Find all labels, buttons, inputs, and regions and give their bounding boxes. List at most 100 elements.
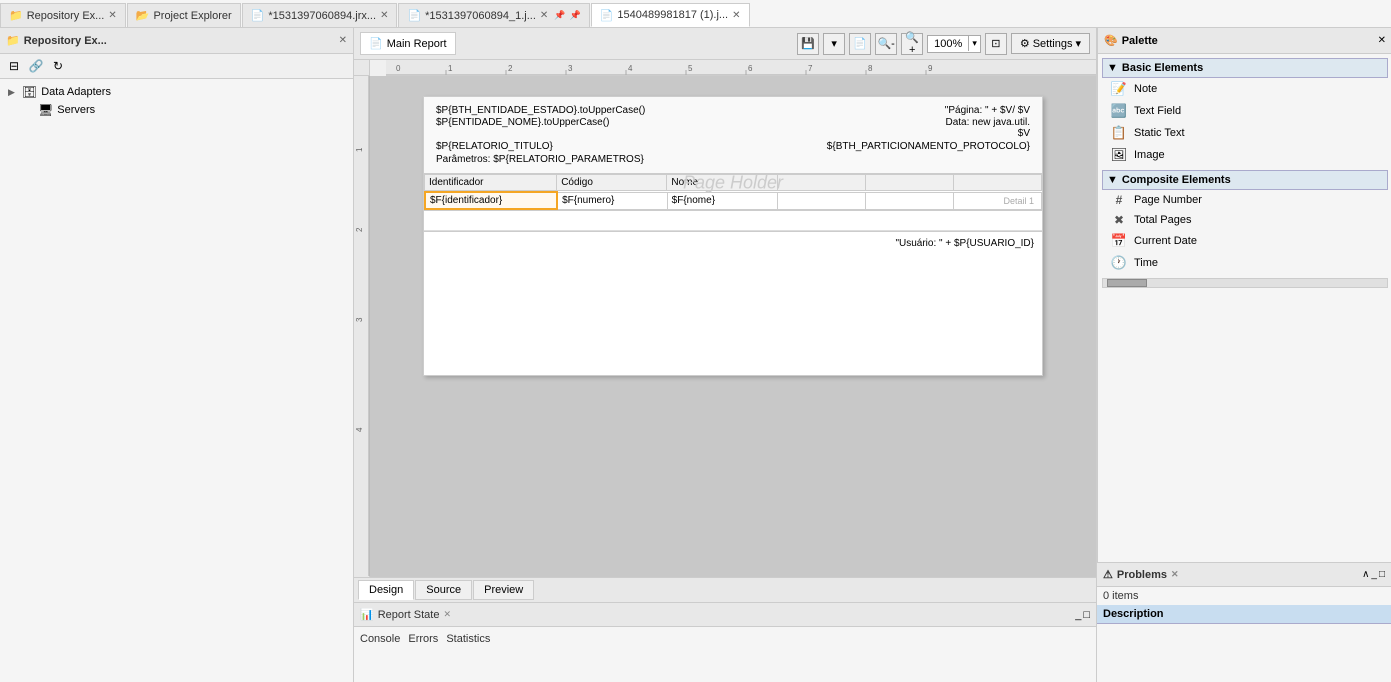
problems-expand-icon: ∧ [1362,569,1369,580]
tab-jrx2-close[interactable]: ✕ [540,10,548,21]
tab-repo-ex[interactable]: 📁 Repository Ex... ✕ [0,3,126,27]
palette-scrollbar-thumb[interactable] [1107,279,1147,287]
toolbar-btn-refresh[interactable]: ↻ [48,56,68,76]
main-report-tab[interactable]: 📄 Main Report [360,32,456,55]
tab-repo-ex-close[interactable]: ✕ [108,10,116,21]
report-state-title-row: 📊 Report State ✕ [360,608,451,621]
zoom-out-btn[interactable]: 🔍- [875,33,897,55]
project-explorer-icon: 📂 [136,9,150,22]
tab-statistics[interactable]: Statistics [446,631,490,647]
header-particionamento: ${BTH_PARTICIONAMENTO_PROTOCOLO} [827,141,1030,152]
tab-project-explorer-label: Project Explorer [153,10,231,22]
ruler-content: 0 1 2 3 4 5 6 7 [386,60,1096,75]
tab-design[interactable]: Design [358,580,414,600]
tab-jrx1-close[interactable]: ✕ [380,10,388,21]
detail-cell-4 [777,192,865,209]
tree-node-data-adapters[interactable]: ▶ 🗄 Data Adapters [4,83,349,101]
palette-icon: 🎨 [1104,34,1118,47]
servers-label: Servers [57,104,95,116]
composite-elements-header[interactable]: ▼ Composite Elements [1102,170,1388,190]
dropdown-btn[interactable]: ▾ [823,33,845,55]
page-btn[interactable]: 📄 [849,33,871,55]
report-state-tabs: Console Errors Statistics [354,627,1096,651]
left-panel-header: 📁 Repository Ex... ✕ [0,28,353,54]
left-panel-title: 📁 Repository Ex... [6,34,107,47]
problems-title-row: ⚠ Problems ✕ [1103,568,1179,581]
problems-icon: ⚠ [1103,568,1113,581]
left-panel-close[interactable]: ✕ [339,35,347,46]
zoom-dropdown-btn[interactable]: ▾ [968,36,980,51]
palette-item-time[interactable]: 🕐 Time [1102,252,1388,274]
svg-text:7: 7 [808,64,813,73]
tree-node-servers[interactable]: 🖥 Servers [4,101,349,119]
toolbar-btn-collapse[interactable]: ⊟ [4,56,24,76]
tab-jrx3[interactable]: 📄 1540489981817 (1).j... ✕ [591,3,750,27]
detail-cell-nome: $F{nome} [667,192,777,209]
settings-btn[interactable]: ⚙ Settings ▾ [1011,33,1090,54]
repo-icon: 📁 [6,34,20,47]
tab-jrx3-close[interactable]: ✕ [732,10,740,21]
center-toolbar-right: 💾 ▾ 📄 🔍- 🔍+ 100% ▾ ⊡ ⚙ Settings ▾ [797,33,1090,55]
jrx2-icon: 📄 [407,9,421,22]
note-label: Note [1134,83,1157,95]
tab-jrx1[interactable]: 📄 *1531397060894.jrx... ✕ [242,3,398,27]
palette-item-text-field[interactable]: 🔤 Text Field [1102,100,1388,122]
toolbar-btn-link[interactable]: 🔗 [26,56,46,76]
tab-source[interactable]: Source [415,580,472,600]
tab-project-explorer[interactable]: 📂 Project Explorer [127,3,241,27]
static-text-icon: 📋 [1110,125,1128,141]
tab-jrx1-label: *1531397060894.jrx... [268,10,376,22]
report-state-panel: 📊 Report State ✕ _ □ Console Errors Stat… [354,602,1096,682]
palette-content: ▼ Basic Elements 📝 Note 🔤 Text Field 📋 S… [1098,54,1391,562]
svg-text:3: 3 [355,317,364,322]
palette-close[interactable]: ✕ [1378,35,1386,46]
problems-maximize[interactable]: □ [1379,569,1385,580]
palette-item-page-number[interactable]: # Page Number [1102,190,1388,210]
text-field-label: Text Field [1134,105,1181,117]
zoom-in-btn[interactable]: 🔍+ [901,33,923,55]
tab-jrx2[interactable]: 📄 *1531397060894_1.j... ✕ 📌 📌 [398,3,589,27]
svg-text:2: 2 [355,227,364,232]
palette-header: 🎨 Palette ✕ [1098,28,1391,54]
palette-panel: 🎨 Palette ✕ ▼ Basic Elements 📝 Note [1097,28,1391,562]
minimize-report-state[interactable]: _ [1075,609,1081,621]
header-page-expr: "Página: " + $V/ $V [945,105,1030,116]
palette-title-row: 🎨 Palette [1104,34,1158,47]
palette-item-static-text[interactable]: 📋 Static Text [1102,122,1388,144]
zoom-value: 100% [928,36,968,52]
basic-elements-header[interactable]: ▼ Basic Elements [1102,58,1388,78]
palette-item-current-date[interactable]: 📅 Current Date [1102,230,1388,252]
report-state-title: Report State [378,609,440,621]
report-state-tab-id: ✕ [443,609,451,620]
settings-label: Settings [1033,38,1073,50]
palette-scrollbar[interactable] [1102,278,1388,288]
problems-minimize[interactable]: _ [1371,569,1377,580]
palette-item-total-pages[interactable]: ✖ Total Pages [1102,210,1388,230]
palette-section-basic: ▼ Basic Elements 📝 Note 🔤 Text Field 📋 S… [1102,58,1388,166]
fit-btn[interactable]: ⊡ [985,33,1007,55]
palette-item-image[interactable]: 🖼 Image [1102,144,1388,166]
empty-row-1 [424,211,1042,231]
svg-text:0: 0 [396,64,401,73]
maximize-report-state[interactable]: □ [1083,609,1090,621]
settings-arrow: ▾ [1075,37,1081,50]
canvas-area: 1 2 3 4 $P{BTH_ENTIDADE_ESTADO}.toUpperC… [354,76,1096,577]
top-ruler: 0 1 2 3 4 5 6 7 [386,60,1096,76]
col-header-empty2 [865,175,953,191]
palette-title: Palette [1122,35,1158,47]
design-canvas: $P{BTH_ENTIDADE_ESTADO}.toUpperCase() "P… [370,76,1096,577]
svg-text:4: 4 [355,427,364,432]
tab-preview[interactable]: Preview [473,580,534,600]
tab-errors[interactable]: Errors [408,631,438,647]
save-btn[interactable]: 💾 [797,33,819,55]
problems-actions: ∧ _ □ [1362,569,1385,580]
tab-jrx3-label: 1540489981817 (1).j... [617,9,728,21]
palette-item-note[interactable]: 📝 Note [1102,78,1388,100]
header-titulo: $P{RELATORIO_TITULO} [436,141,553,152]
tab-console[interactable]: Console [360,631,400,647]
right-side: 🎨 Palette ✕ ▼ Basic Elements 📝 Note [1096,28,1391,682]
header-date-label: Data: new java.util. [946,117,1031,128]
detail-cell-identificador[interactable]: $F{identificador} [425,192,557,209]
left-panel: 📁 Repository Ex... ✕ ⊟ 🔗 ↻ ▶ 🗄 Data Adap… [0,28,354,682]
page-number-icon: # [1110,193,1128,207]
